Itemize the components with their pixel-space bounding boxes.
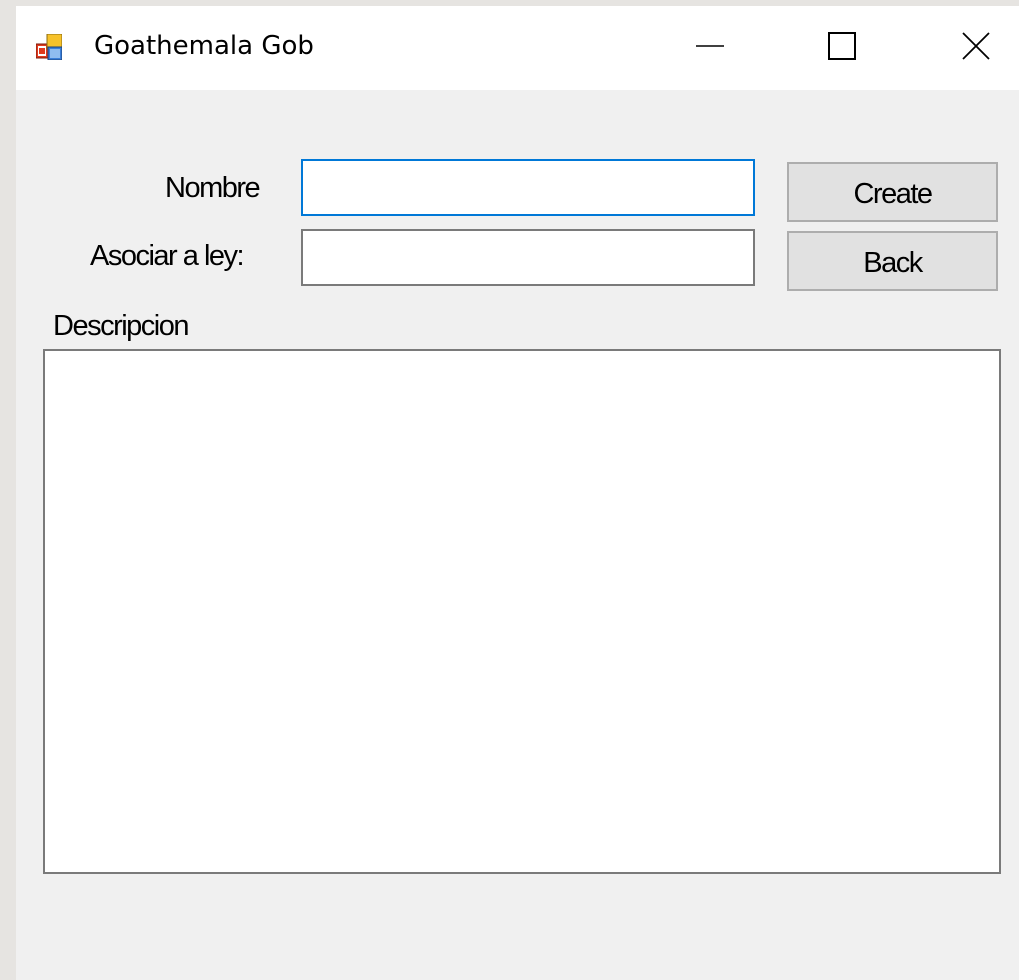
- nombre-label: Nombre: [165, 172, 261, 204]
- maximize-icon: [827, 31, 857, 66]
- app-window: Goathemala Gob Nombre Asociar a ley: Cre…: [0, 0, 1019, 980]
- minimize-icon: [695, 31, 725, 66]
- form-client-area: Nombre Asociar a ley: Create Back Descri…: [16, 90, 1019, 980]
- close-button[interactable]: [944, 6, 1008, 90]
- descripcion-textarea[interactable]: [43, 349, 1001, 874]
- title-bar[interactable]: Goathemala Gob: [16, 6, 1019, 90]
- descripcion-label: Descripcion: [53, 310, 190, 342]
- nombre-input[interactable]: [301, 159, 755, 216]
- windows-form-icon: [35, 33, 63, 61]
- window-title: Goathemala Gob: [94, 31, 314, 61]
- minimize-button[interactable]: [678, 6, 742, 90]
- maximize-button[interactable]: [810, 6, 874, 90]
- window-left-edge: [0, 0, 16, 980]
- back-button[interactable]: Back: [787, 231, 998, 291]
- asociar-ley-input[interactable]: [301, 229, 755, 286]
- close-icon: [961, 31, 991, 66]
- create-button[interactable]: Create: [787, 162, 998, 222]
- asociar-ley-label: Asociar a ley:: [90, 240, 245, 272]
